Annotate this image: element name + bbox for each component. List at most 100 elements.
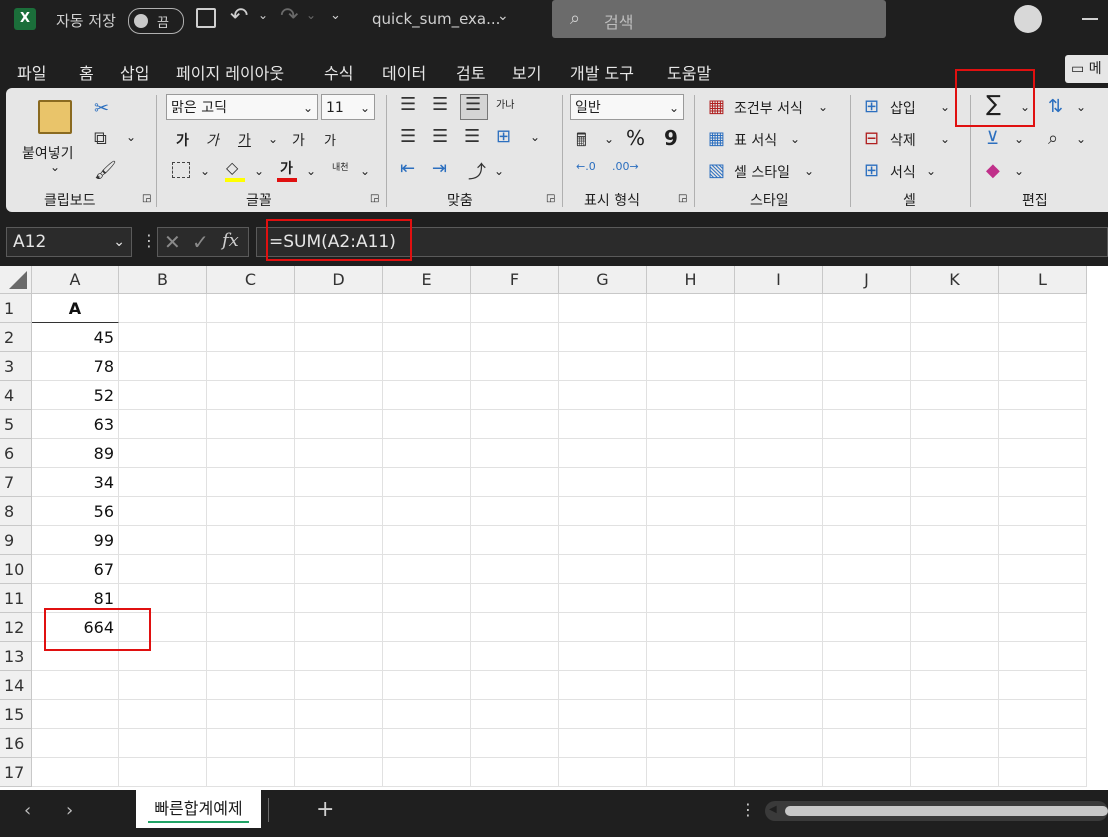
cell-j14[interactable] — [823, 671, 911, 700]
cell-c9[interactable] — [207, 526, 295, 555]
cell-e15[interactable] — [383, 700, 471, 729]
align-middle-icon[interactable]: ☰ — [432, 94, 448, 115]
column-header-k[interactable]: K — [911, 266, 999, 294]
cell-k13[interactable] — [911, 642, 999, 671]
cell-e3[interactable] — [383, 352, 471, 381]
cell-d5[interactable] — [295, 410, 383, 439]
cell-i6[interactable] — [735, 439, 823, 468]
file-name[interactable]: quick_sum_exa... — [372, 10, 500, 28]
cell-j2[interactable] — [823, 323, 911, 352]
cell-d7[interactable] — [295, 468, 383, 497]
cell-a14[interactable] — [32, 671, 119, 700]
cell-k4[interactable] — [911, 381, 999, 410]
row-header-15[interactable]: 15 — [0, 700, 32, 729]
cell-k17[interactable] — [911, 758, 999, 787]
cell-c1[interactable] — [207, 294, 295, 323]
tab-formulas[interactable]: 수식 — [324, 60, 353, 84]
cell-l9[interactable] — [999, 526, 1087, 555]
cell-i8[interactable] — [735, 497, 823, 526]
clear-icon[interactable]: ◆ — [986, 160, 1000, 181]
sheet-tab[interactable]: 빠른합계예제 — [136, 790, 261, 828]
orientation-icon[interactable]: ⤴ — [468, 158, 486, 184]
search-box[interactable]: ⌕ 검색 — [552, 0, 886, 38]
fill-icon[interactable]: ⊻ — [986, 128, 999, 149]
cell-c3[interactable] — [207, 352, 295, 381]
comments-button[interactable]: ▭ 메 — [1065, 55, 1108, 83]
cell-g13[interactable] — [559, 642, 647, 671]
format-dropdown-icon[interactable]: ⌄ — [926, 164, 936, 178]
align-right-icon[interactable]: ☰ — [464, 126, 480, 147]
undo-dropdown-icon[interactable]: ⌄ — [258, 8, 268, 22]
cell-j17[interactable] — [823, 758, 911, 787]
cell-d1[interactable] — [295, 294, 383, 323]
cell-e16[interactable] — [383, 729, 471, 758]
cell-h5[interactable] — [647, 410, 735, 439]
cell-j3[interactable] — [823, 352, 911, 381]
column-header-e[interactable]: E — [383, 266, 471, 294]
cell-g9[interactable] — [559, 526, 647, 555]
underline-button[interactable]: 가 — [238, 130, 251, 150]
cell-e14[interactable] — [383, 671, 471, 700]
increase-decimal-icon[interactable]: ←.0 — [576, 160, 596, 173]
cell-f13[interactable] — [471, 642, 559, 671]
merge-dropdown-icon[interactable]: ⌄ — [530, 130, 540, 144]
cell-styles-dropdown-icon[interactable]: ⌄ — [804, 164, 814, 178]
cell-j7[interactable] — [823, 468, 911, 497]
cell-f12[interactable] — [471, 613, 559, 642]
cell-l13[interactable] — [999, 642, 1087, 671]
cell-h14[interactable] — [647, 671, 735, 700]
cell-b2[interactable] — [119, 323, 207, 352]
cell-b1[interactable] — [119, 294, 207, 323]
cell-l2[interactable] — [999, 323, 1087, 352]
minimize-icon[interactable] — [1082, 18, 1098, 20]
row-header-1[interactable]: 1 — [0, 294, 32, 323]
row-header-17[interactable]: 17 — [0, 758, 32, 787]
cell-l8[interactable] — [999, 497, 1087, 526]
sort-filter-dropdown-icon[interactable]: ⌄ — [1076, 100, 1086, 114]
decrease-decimal-icon[interactable]: .00→ — [612, 160, 639, 173]
row-header-9[interactable]: 9 — [0, 526, 32, 555]
cell-l12[interactable] — [999, 613, 1087, 642]
delete-cells-button[interactable]: 삭제 — [890, 130, 916, 150]
cell-g7[interactable] — [559, 468, 647, 497]
cell-f17[interactable] — [471, 758, 559, 787]
cell-d17[interactable] — [295, 758, 383, 787]
underline-dropdown-icon[interactable]: ⌄ — [268, 132, 278, 146]
increase-indent-icon[interactable]: ⇥ — [432, 158, 447, 179]
column-header-j[interactable]: J — [823, 266, 911, 294]
cell-h6[interactable] — [647, 439, 735, 468]
cell-b7[interactable] — [119, 468, 207, 497]
cell-e6[interactable] — [383, 439, 471, 468]
cell-f4[interactable] — [471, 381, 559, 410]
save-icon[interactable] — [196, 8, 216, 28]
shrink-font-button[interactable]: 가 — [324, 130, 336, 149]
find-select-icon[interactable]: ⌕ — [1048, 128, 1058, 149]
avatar[interactable] — [1014, 5, 1042, 33]
cell-d14[interactable] — [295, 671, 383, 700]
tab-developer[interactable]: 개발 도구 — [570, 60, 634, 84]
cell-j11[interactable] — [823, 584, 911, 613]
paste-icon[interactable] — [38, 100, 72, 134]
cell-k3[interactable] — [911, 352, 999, 381]
insert-dropdown-icon[interactable]: ⌄ — [940, 100, 950, 114]
tab-home[interactable]: 홈 — [79, 60, 94, 91]
accounting-dropdown-icon[interactable]: ⌄ — [604, 132, 614, 146]
cell-d16[interactable] — [295, 729, 383, 758]
cell-i15[interactable] — [735, 700, 823, 729]
cell-k10[interactable] — [911, 555, 999, 584]
cell-l11[interactable] — [999, 584, 1087, 613]
row-header-7[interactable]: 7 — [0, 468, 32, 497]
cell-j5[interactable] — [823, 410, 911, 439]
copy-icon[interactable]: ⧉ — [94, 128, 107, 149]
font-launcher-icon[interactable]: ◲ — [370, 193, 379, 204]
cell-l4[interactable] — [999, 381, 1087, 410]
cell-c12[interactable] — [207, 613, 295, 642]
delete-dropdown-icon[interactable]: ⌄ — [940, 132, 950, 146]
cell-g5[interactable] — [559, 410, 647, 439]
cell-a10[interactable]: 67 — [32, 555, 119, 584]
cell-d12[interactable] — [295, 613, 383, 642]
format-cells-button[interactable]: 서식 — [890, 162, 916, 182]
row-header-4[interactable]: 4 — [0, 381, 32, 410]
cell-d6[interactable] — [295, 439, 383, 468]
align-center-icon[interactable]: ☰ — [432, 126, 448, 147]
